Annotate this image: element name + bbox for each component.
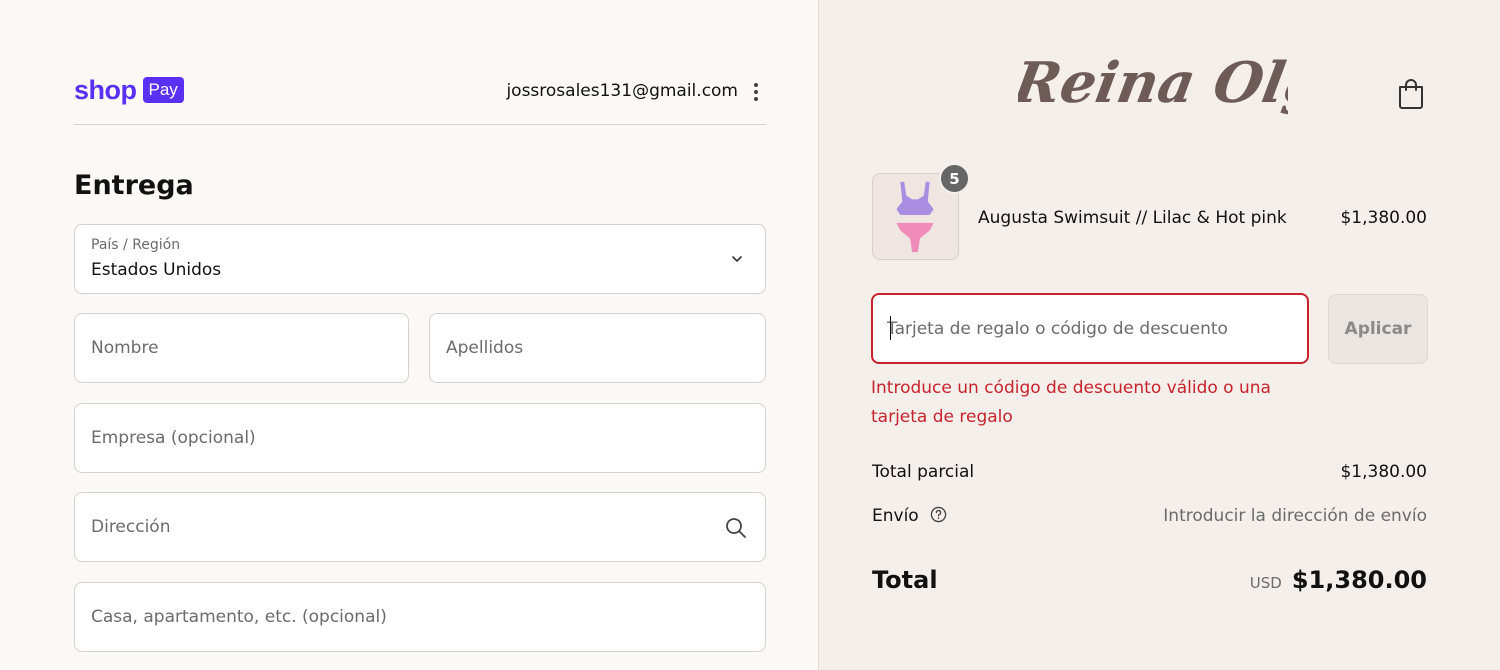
first-name-field[interactable]: Nombre [74,313,409,383]
checkout-page: shop Pay jossrosales131@gmail.com Entreg… [0,0,1500,670]
discount-error-message: Introduce un código de descuento válido … [871,378,1271,427]
chevron-down-icon [732,256,742,262]
store-logo-text: Reina Olga [1018,50,1288,115]
checkout-form-panel: shop Pay jossrosales131@gmail.com Entreg… [0,0,818,670]
currency-code: USD [1249,574,1282,592]
subtotal-label: Total parcial [872,462,975,482]
store-logo: Reina Olga [1018,50,1288,115]
address-field[interactable]: Dirección [74,492,766,562]
text-caret [890,316,891,340]
total-value: $1,380.00 [1291,566,1427,594]
search-icon [726,518,746,538]
kebab-menu-icon[interactable] [746,80,766,104]
shipping-row-label: Envío [872,506,947,526]
total-amount: USD $1,380.00 [1250,566,1427,594]
shipping-value: Introducir la dirección de envío [1163,506,1427,526]
apply-discount-button[interactable]: Aplicar [1328,294,1428,364]
shop-pay-wordmark: shop [74,75,137,105]
shopping-bag-icon[interactable] [1396,78,1426,110]
shipping-label: Envío [872,506,919,526]
country-value: Estados Unidos [91,260,222,280]
cart-item-price: $1,380.00 [1340,208,1427,228]
account-email: jossrosales131@gmail.com [506,81,738,101]
cart-item-name: Augusta Swimsuit // Lilac & Hot pink [978,208,1287,228]
last-name-placeholder: Apellidos [446,338,524,358]
header-divider [74,124,766,125]
country-select[interactable]: País / Región Estados Unidos [74,224,766,294]
company-field[interactable]: Empresa (opcional) [74,403,766,473]
subtotal-value: $1,380.00 [1340,462,1427,482]
discount-code-field[interactable] [871,293,1309,364]
help-circle-icon[interactable] [930,506,947,523]
country-label: País / Región [91,237,181,253]
section-title-delivery: Entrega [74,170,194,201]
apartment-field[interactable]: Casa, apartamento, etc. (opcional) [74,582,766,652]
address-placeholder: Dirección [91,517,171,537]
quantity-badge: 5 [939,163,970,194]
last-name-field[interactable]: Apellidos [429,313,766,383]
company-placeholder: Empresa (opcional) [91,428,256,448]
discount-code-input[interactable] [887,295,1297,362]
apartment-placeholder: Casa, apartamento, etc. (opcional) [91,607,387,627]
shop-pay-logo: shop Pay [74,76,184,104]
first-name-placeholder: Nombre [91,338,159,358]
shop-pay-badge: Pay [142,77,184,103]
total-label: Total [872,566,938,594]
